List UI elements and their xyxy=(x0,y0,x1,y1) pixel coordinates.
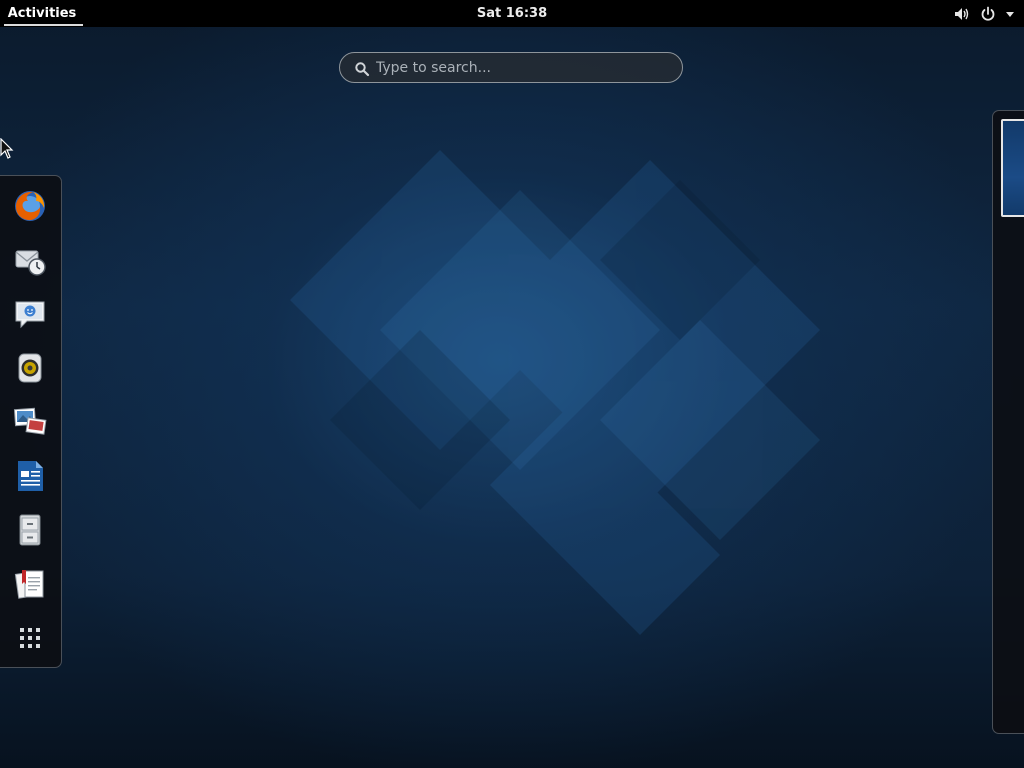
show-applications-button[interactable] xyxy=(8,616,52,660)
power-icon[interactable] xyxy=(980,0,996,27)
workspace-thumbnail[interactable] xyxy=(1001,119,1024,217)
workspace-switcher xyxy=(992,110,1024,734)
file-cabinet-icon xyxy=(19,514,41,546)
dash-item-files[interactable] xyxy=(8,508,52,552)
dash xyxy=(0,175,62,668)
volume-icon[interactable] xyxy=(954,0,970,27)
chat-bubble-icon xyxy=(15,301,45,329)
documents-icon xyxy=(14,570,44,599)
dash-item-empathy[interactable] xyxy=(8,292,52,336)
activities-label: Activities xyxy=(7,6,77,21)
dash-item-writer[interactable] xyxy=(8,454,52,498)
desktop-wallpaper xyxy=(0,0,1024,768)
activities-underline xyxy=(4,24,83,26)
search-box[interactable] xyxy=(339,52,683,83)
dash-item-evolution[interactable] xyxy=(8,238,52,282)
dash-item-document-viewer[interactable] xyxy=(8,562,52,606)
dash-item-firefox[interactable] xyxy=(8,184,52,228)
search-input[interactable] xyxy=(376,57,666,79)
search-icon xyxy=(354,61,370,77)
dash-item-shotwell[interactable] xyxy=(8,400,52,444)
grid-icon xyxy=(20,628,40,648)
speaker-icon xyxy=(18,353,42,383)
wallpaper-pattern xyxy=(290,150,820,635)
document-icon xyxy=(18,461,43,491)
system-tray[interactable] xyxy=(954,0,1014,27)
mouse-cursor-icon xyxy=(0,137,14,164)
top-bar: Activities Sat 16:38 xyxy=(0,0,1024,27)
clock[interactable]: Sat 16:38 xyxy=(462,0,562,27)
dash-item-rhythmbox[interactable] xyxy=(8,346,52,390)
firefox-icon xyxy=(15,191,45,221)
activities-button[interactable]: Activities xyxy=(0,0,84,27)
dropdown-arrow-icon[interactable] xyxy=(1006,0,1014,27)
photos-icon xyxy=(13,407,47,435)
mail-clock-icon xyxy=(15,250,46,276)
